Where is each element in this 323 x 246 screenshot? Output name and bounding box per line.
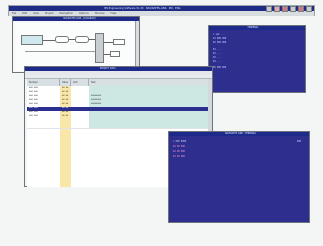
column-header-number[interactable]: Number <box>27 79 60 86</box>
diagram-window-title: NAVIDATES LINK - [DIAGRAM] <box>63 17 96 20</box>
console-bottom-titlebar[interactable]: NAVIDATES LINK - TERMINAL <box>169 132 309 136</box>
diagram-node[interactable] <box>21 35 43 45</box>
menu-options[interactable]: Options <box>79 12 89 15</box>
column-header-unit[interactable]: Unit <box>71 79 89 86</box>
cell-value: 00 00 <box>62 99 69 101</box>
cell-number: 000 000 <box>29 91 38 93</box>
cell-number: 000 000 <box>29 95 38 97</box>
cell-value: 00 00 <box>62 87 69 89</box>
toolbar <box>266 6 312 12</box>
cell-unit: 00000000 <box>91 103 102 105</box>
cell-number: 000 000 <box>29 115 38 117</box>
cell-number: 000 000 <box>29 87 38 89</box>
cell-number: 000 000 <box>29 107 38 109</box>
toolbar-button-5[interactable] <box>298 6 304 12</box>
menu-navigation[interactable]: Navigation <box>60 12 73 15</box>
diagram-link <box>104 42 113 43</box>
console-window-bottom: NAVIDATES LINK - TERMINAL > 000 0000 01 … <box>168 131 310 223</box>
console-line: 05 000 000 <box>213 66 227 69</box>
diagram-link <box>89 39 95 40</box>
diagram-window: NAVIDATES LINK - [DIAGRAM] <box>12 16 140 73</box>
cell-value: 00 00 <box>62 115 69 117</box>
toolbar-button-3[interactable] <box>282 6 288 12</box>
console-line: > set ... <box>213 33 225 36</box>
diagram-canvas[interactable] <box>15 23 138 71</box>
table-row[interactable]: 000 000 00 00 <box>27 115 210 119</box>
cell-value: 00 00 <box>62 111 69 113</box>
console-window-right: TERMINAL > set ... 01 000 000 02 000 000… <box>208 25 306 93</box>
menu-help[interactable]: Help <box>111 12 117 15</box>
console-line: 02 000 000 <box>213 41 227 44</box>
console-bottom-title: NAVIDATES LINK - TERMINAL <box>225 132 257 135</box>
diagram-node[interactable] <box>55 36 69 43</box>
console-right-titlebar[interactable]: TERMINAL <box>209 26 305 30</box>
diagram-link <box>69 39 75 40</box>
diagram-node[interactable] <box>95 33 104 63</box>
table-row[interactable]: 000 000 00 00 <box>27 91 210 95</box>
table-row[interactable]: 000 000 00 00 <box>27 111 210 115</box>
table-row[interactable]: 000 000 00 00 <box>27 87 210 91</box>
diagram-window-titlebar[interactable]: NAVIDATES LINK - [DIAGRAM] <box>13 17 139 21</box>
cell-value: 00 00 <box>62 103 69 105</box>
console-right-title: TERMINAL <box>247 26 259 29</box>
console-line: 02 00 000 <box>173 150 185 153</box>
toolbar-button-4[interactable] <box>290 6 296 12</box>
console-badge: 000 <box>297 140 301 143</box>
menu-view[interactable]: View <box>33 12 39 15</box>
cell-unit: 00000000 <box>91 99 102 101</box>
console-line: 02 ... <box>213 52 221 55</box>
menu-edit[interactable]: Edit <box>22 12 27 15</box>
console-line: 03 ... <box>213 56 221 59</box>
console-line: 01 ... <box>213 48 221 51</box>
menu-file[interactable]: File <box>12 12 16 15</box>
console-line: 01 000 000 <box>213 37 227 40</box>
toolbar-button-6[interactable] <box>306 6 312 12</box>
table-row[interactable]: 000 000 00 00 00000000 <box>27 99 210 103</box>
cell-number: 000 000 <box>29 99 38 101</box>
diagram-link <box>25 51 95 52</box>
diagram-node[interactable] <box>75 36 89 43</box>
cell-value: 00 00 <box>62 107 69 109</box>
toolbar-button-2[interactable] <box>274 6 280 12</box>
toolbar-button-1[interactable] <box>266 6 272 12</box>
console-line: 03 00 000 <box>173 155 185 158</box>
diagram-node[interactable] <box>110 51 120 57</box>
table-header: Number Value Unit Text <box>27 79 210 86</box>
cell-number: 000 000 <box>29 103 38 105</box>
cell-unit: 00000000 <box>91 95 102 97</box>
column-header-text[interactable]: Text <box>89 79 210 86</box>
cell-number: 000 000 <box>29 111 38 113</box>
table-divider <box>27 128 210 129</box>
menu-project[interactable]: Project <box>45 12 54 15</box>
table-row[interactable]: 000 000 00 00 00000000 <box>27 103 210 107</box>
diagram-scrollbar[interactable] <box>135 21 139 72</box>
diagram-link <box>43 40 55 41</box>
cell-value: 00 00 <box>62 95 69 97</box>
console-line: 01 00 000 <box>173 145 185 148</box>
table-row[interactable]: 000 000 00 00 00000000 <box>27 95 210 99</box>
console-line: 04 ... <box>213 60 221 63</box>
console-line: > 000 0000 <box>173 140 187 143</box>
menu-window[interactable]: Window <box>95 12 105 15</box>
desktop: IPS Engineering Software V1.30 · NAVIDAT… <box>0 0 323 246</box>
diagram-link <box>104 54 110 55</box>
diagram-node[interactable] <box>113 39 125 45</box>
column-header-value[interactable]: Value <box>60 79 71 86</box>
cell-value: 00 00 <box>62 91 69 93</box>
table-row-selected[interactable]: 000 000 00 00 <box>27 107 210 111</box>
